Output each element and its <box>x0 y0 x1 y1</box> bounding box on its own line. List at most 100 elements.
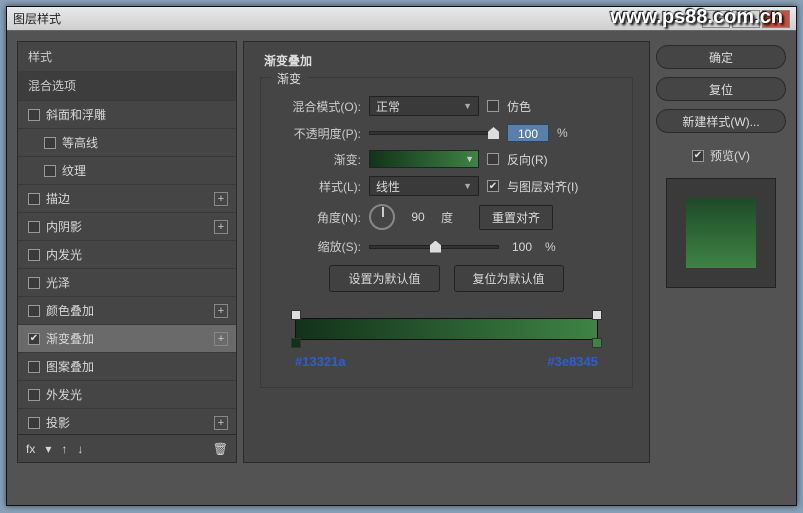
blend-options[interactable]: 混合选项 <box>18 71 236 100</box>
gradient-label: 渐变: <box>275 151 361 168</box>
add-effect-icon[interactable]: + <box>214 416 228 430</box>
settings-panel: 渐变叠加 渐变 混合模式(O): 正常▼ 仿色 不透明度(P): 100 % 渐… <box>243 41 650 463</box>
style-item-6[interactable]: 光泽 <box>18 268 236 296</box>
slider-thumb[interactable] <box>488 127 499 139</box>
align-checkbox[interactable] <box>487 180 499 192</box>
style-label: 内发光 <box>46 246 82 263</box>
arrow-down-icon[interactable]: ↓ <box>77 442 83 456</box>
reset-align-button[interactable]: 重置对齐 <box>479 205 553 230</box>
angle-dial[interactable] <box>369 204 395 230</box>
reverse-checkbox[interactable] <box>487 153 499 165</box>
style-label: 图案叠加 <box>46 358 94 375</box>
preview-gradient <box>686 198 756 268</box>
preview-swatch <box>666 178 776 288</box>
style-item-10[interactable]: 外发光 <box>18 380 236 408</box>
style-label: 描边 <box>46 190 70 207</box>
fx-icon[interactable]: fx <box>26 442 35 456</box>
trash-icon[interactable]: 🗑 <box>213 442 228 456</box>
style-item-9[interactable]: 图案叠加 <box>18 352 236 380</box>
reset-default-button[interactable]: 复位为默认值 <box>454 265 564 292</box>
new-style-button[interactable]: 新建样式(W)... <box>656 109 786 133</box>
align-label: 与图层对齐(I) <box>507 178 578 195</box>
style-checkbox[interactable] <box>28 109 40 121</box>
style-item-8[interactable]: 渐变叠加 + <box>18 324 236 352</box>
chevron-down-icon[interactable]: ▾ <box>45 442 51 456</box>
reverse-label: 反向(R) <box>507 151 548 168</box>
scale-label: 缩放(S): <box>275 238 361 255</box>
action-panel: 确定 复位 新建样式(W)... 预览(V) <box>656 41 786 463</box>
style-label: 光泽 <box>46 274 70 291</box>
style-item-2[interactable]: 纹理 <box>18 156 236 184</box>
style-checkbox[interactable] <box>28 249 40 261</box>
scale-slider[interactable] <box>369 245 499 249</box>
chevron-down-icon: ▼ <box>463 101 472 111</box>
style-label: 纹理 <box>62 162 86 179</box>
style-checkbox[interactable] <box>28 389 40 401</box>
style-label: 内阴影 <box>46 218 82 235</box>
style-checkbox[interactable] <box>28 221 40 233</box>
style-item-7[interactable]: 颜色叠加 + <box>18 296 236 324</box>
angle-value[interactable]: 90 <box>403 210 433 224</box>
opacity-stop-right[interactable] <box>592 310 602 320</box>
opacity-slider[interactable] <box>369 131 499 135</box>
blend-mode-select[interactable]: 正常▼ <box>369 96 479 116</box>
cancel-button[interactable]: 复位 <box>656 77 786 101</box>
color-stop-left[interactable] <box>291 338 301 348</box>
style-item-0[interactable]: 斜面和浮雕 <box>18 100 236 128</box>
style-label: 投影 <box>46 414 70 431</box>
angle-label: 角度(N): <box>275 209 361 226</box>
arrow-up-icon[interactable]: ↑ <box>61 442 67 456</box>
gradient-bar[interactable] <box>295 318 598 340</box>
style-checkbox[interactable] <box>28 361 40 373</box>
style-label: 样式(L): <box>275 178 361 195</box>
dither-label: 仿色 <box>507 98 531 115</box>
blend-mode-label: 混合模式(O): <box>275 98 361 115</box>
style-label: 外发光 <box>46 386 82 403</box>
chevron-down-icon: ▼ <box>465 154 474 164</box>
opacity-label: 不透明度(P): <box>275 125 361 142</box>
style-label: 渐变叠加 <box>46 330 94 347</box>
style-item-11[interactable]: 投影 + <box>18 408 236 434</box>
watermark: www.ps88.com.cn <box>610 6 783 29</box>
style-item-5[interactable]: 内发光 <box>18 240 236 268</box>
style-item-3[interactable]: 描边 + <box>18 184 236 212</box>
ok-button[interactable]: 确定 <box>656 45 786 69</box>
gradient-editor[interactable] <box>295 318 598 340</box>
add-effect-icon[interactable]: + <box>214 332 228 346</box>
style-checkbox[interactable] <box>28 417 40 429</box>
style-checkbox[interactable] <box>44 165 56 177</box>
style-select[interactable]: 线性▼ <box>369 176 479 196</box>
opacity-value[interactable]: 100 <box>507 124 549 142</box>
chevron-down-icon: ▼ <box>463 181 472 191</box>
preview-checkbox[interactable] <box>692 150 704 162</box>
gradient-picker[interactable]: ▼ <box>369 150 479 168</box>
opacity-stop-left[interactable] <box>291 310 301 320</box>
add-effect-icon[interactable]: + <box>214 304 228 318</box>
sidebar-footer: fx ▾ ↑ ↓ 🗑 <box>18 434 236 462</box>
styles-sidebar: 样式 混合选项 斜面和浮雕等高线纹理描边 + 内阴影 + 内发光光泽颜色叠加 + 渐变叠加 +… <box>17 41 237 463</box>
window-title: 图层样式 <box>13 10 61 27</box>
style-label: 等高线 <box>62 134 98 151</box>
slider-thumb[interactable] <box>430 241 441 253</box>
style-checkbox[interactable] <box>28 193 40 205</box>
fieldset-legend: 渐变 <box>271 70 307 87</box>
dither-checkbox[interactable] <box>487 100 499 112</box>
style-checkbox[interactable] <box>28 333 40 345</box>
section-title: 渐变叠加 <box>260 52 633 69</box>
preview-label: 预览(V) <box>710 147 750 164</box>
style-label: 颜色叠加 <box>46 302 94 319</box>
scale-value[interactable]: 100 <box>507 240 537 254</box>
hex-right: #3e8345 <box>547 354 598 369</box>
style-checkbox[interactable] <box>28 277 40 289</box>
styles-header[interactable]: 样式 <box>18 42 236 71</box>
add-effect-icon[interactable]: + <box>214 192 228 206</box>
set-default-button[interactable]: 设置为默认值 <box>329 265 439 292</box>
style-checkbox[interactable] <box>28 305 40 317</box>
style-item-4[interactable]: 内阴影 + <box>18 212 236 240</box>
style-label: 斜面和浮雕 <box>46 106 106 123</box>
hex-left: #13321a <box>295 354 346 369</box>
style-checkbox[interactable] <box>44 137 56 149</box>
add-effect-icon[interactable]: + <box>214 220 228 234</box>
style-item-1[interactable]: 等高线 <box>18 128 236 156</box>
color-stop-right[interactable] <box>592 338 602 348</box>
